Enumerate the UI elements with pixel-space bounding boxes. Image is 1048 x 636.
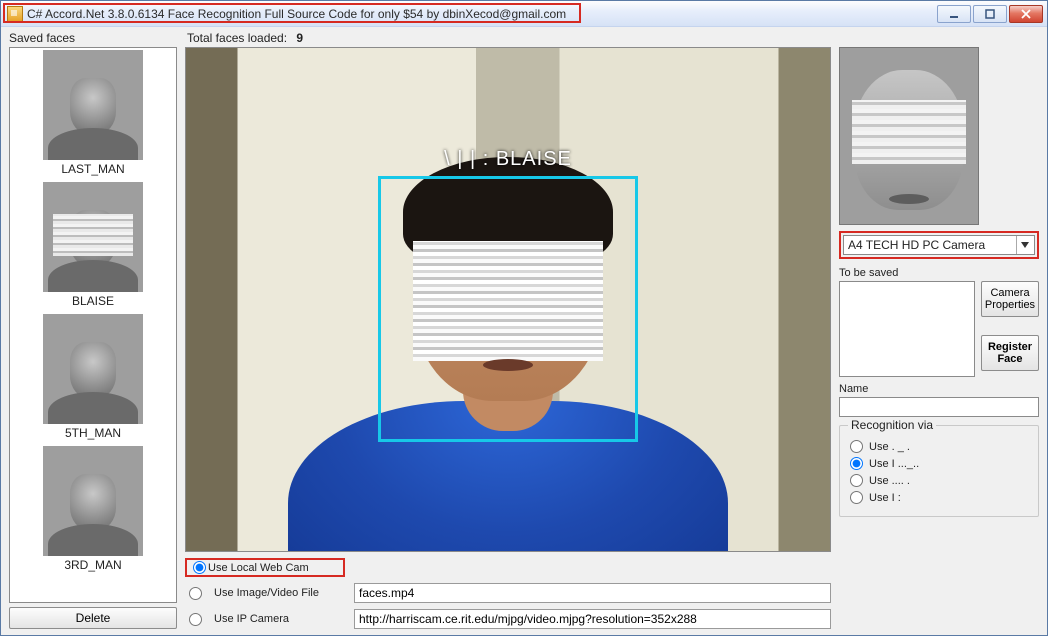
- name-row: Name: [839, 383, 1039, 417]
- camera-properties-button[interactable]: Camera Properties: [981, 281, 1039, 317]
- window-buttons: [937, 5, 1043, 23]
- delete-button[interactable]: Delete: [9, 607, 177, 629]
- list-item[interactable]: 3RD_MAN: [10, 446, 176, 572]
- recognition-legend: Recognition via: [848, 418, 936, 432]
- thumb-censor-overlay: [53, 214, 133, 256]
- to-be-saved-box: [839, 281, 975, 377]
- maximize-icon: [985, 9, 995, 19]
- list-item[interactable]: 5TH_MAN: [10, 314, 176, 440]
- captured-face-preview: [839, 47, 979, 225]
- recognition-option[interactable]: Use .... .: [850, 474, 1028, 487]
- titlebar: C# Accord.Net 3.8.0.6134 Face Recognitio…: [1, 1, 1047, 27]
- recognition-option[interactable]: Use I :: [850, 491, 1028, 504]
- saved-faces-label: Saved faces: [9, 31, 177, 45]
- preview-censor-overlay: [852, 100, 966, 164]
- source-webcam-row: Use Local Web Cam: [185, 558, 831, 577]
- recognition-radio[interactable]: [850, 440, 863, 453]
- name-input[interactable]: [839, 397, 1039, 417]
- camera-select-highlight: A4 TECH HD PC Camera: [839, 231, 1039, 259]
- radio-use-ip-label: Use IP Camera: [214, 613, 344, 625]
- ip-url-input[interactable]: [354, 609, 831, 629]
- face-thumbnail-label: BLAISE: [10, 294, 176, 308]
- list-item[interactable]: BLAISE: [10, 182, 176, 308]
- recognition-option-label: Use . _ .: [869, 441, 910, 453]
- video-source-block: Use Local Web Cam Use Image/Video File U…: [185, 558, 831, 629]
- total-faces-label: Total faces loaded: 9: [187, 31, 303, 45]
- recognition-option-label: Use .... .: [869, 475, 910, 487]
- recognition-radio[interactable]: [850, 474, 863, 487]
- face-thumbnail: [43, 182, 143, 292]
- radio-use-ip[interactable]: [189, 613, 202, 626]
- source-ip-row: Use IP Camera: [185, 609, 831, 629]
- video-panel: \ | | : BLAISE: [185, 47, 831, 552]
- left-column: LAST_MAN BLAISE 5TH_MAN 3RD_MAN Delete: [9, 47, 177, 629]
- right-column: A4 TECH HD PC Camera To be saved Camera …: [839, 47, 1039, 629]
- to-be-saved-row: Camera Properties Register Face: [839, 281, 1039, 377]
- face-thumbnail: [43, 50, 143, 160]
- total-label-text: Total faces loaded:: [187, 31, 287, 45]
- total-faces-value: 9: [296, 31, 303, 45]
- radio-use-file-label: Use Image/Video File: [214, 587, 344, 599]
- recognition-option[interactable]: Use . _ .: [850, 440, 1028, 453]
- face-thumbnail: [43, 446, 143, 556]
- close-icon: [1021, 9, 1031, 19]
- radio-use-file[interactable]: [189, 587, 202, 600]
- minimize-icon: [949, 9, 959, 19]
- camera-select[interactable]: A4 TECH HD PC Camera: [843, 235, 1035, 255]
- to-be-saved-label: To be saved: [839, 267, 1039, 279]
- body-row: LAST_MAN BLAISE 5TH_MAN 3RD_MAN Delete: [9, 47, 1039, 629]
- center-column: \ | | : BLAISE Use Local Web Cam Use Ima…: [185, 47, 831, 629]
- face-thumbnail-label: 5TH_MAN: [10, 426, 176, 440]
- camera-select-value: A4 TECH HD PC Camera: [848, 238, 985, 252]
- recognition-radio[interactable]: [850, 457, 863, 470]
- register-face-button[interactable]: Register Face: [981, 335, 1039, 371]
- recognition-option-label: Use I ..._..: [869, 458, 919, 470]
- window-title: C# Accord.Net 3.8.0.6134 Face Recognitio…: [27, 7, 937, 21]
- source-webcam-highlight: Use Local Web Cam: [185, 558, 345, 577]
- radio-use-webcam[interactable]: [193, 561, 206, 574]
- radio-use-webcam-label: Use Local Web Cam: [208, 562, 338, 574]
- recognition-option[interactable]: Use I ..._..: [850, 457, 1028, 470]
- side-buttons: Camera Properties Register Face: [981, 281, 1039, 371]
- header-row: Saved faces Total faces loaded: 9: [9, 31, 1039, 47]
- preview-mouth: [889, 194, 929, 204]
- list-item[interactable]: LAST_MAN: [10, 50, 176, 176]
- app-window: C# Accord.Net 3.8.0.6134 Face Recognitio…: [0, 0, 1048, 636]
- minimize-button[interactable]: [937, 5, 971, 23]
- face-thumbnail-label: LAST_MAN: [10, 162, 176, 176]
- detection-name-overlay: \ | | : BLAISE: [444, 148, 572, 171]
- chevron-down-icon: [1016, 236, 1032, 254]
- face-detection-box: [378, 176, 638, 442]
- recognition-option-label: Use I :: [869, 492, 901, 504]
- recognition-radio[interactable]: [850, 491, 863, 504]
- close-button[interactable]: [1009, 5, 1043, 23]
- name-label: Name: [839, 383, 1039, 395]
- source-file-row: Use Image/Video File: [185, 583, 831, 603]
- saved-faces-list[interactable]: LAST_MAN BLAISE 5TH_MAN 3RD_MAN: [9, 47, 177, 603]
- recognition-groupbox: Recognition via Use . _ .Use I ..._..Use…: [839, 425, 1039, 517]
- face-thumbnail: [43, 314, 143, 424]
- file-path-input[interactable]: [354, 583, 831, 603]
- app-icon: [7, 6, 23, 22]
- client-area: Saved faces Total faces loaded: 9 LAST_M…: [1, 27, 1047, 635]
- face-thumbnail-label: 3RD_MAN: [10, 558, 176, 572]
- maximize-button[interactable]: [973, 5, 1007, 23]
